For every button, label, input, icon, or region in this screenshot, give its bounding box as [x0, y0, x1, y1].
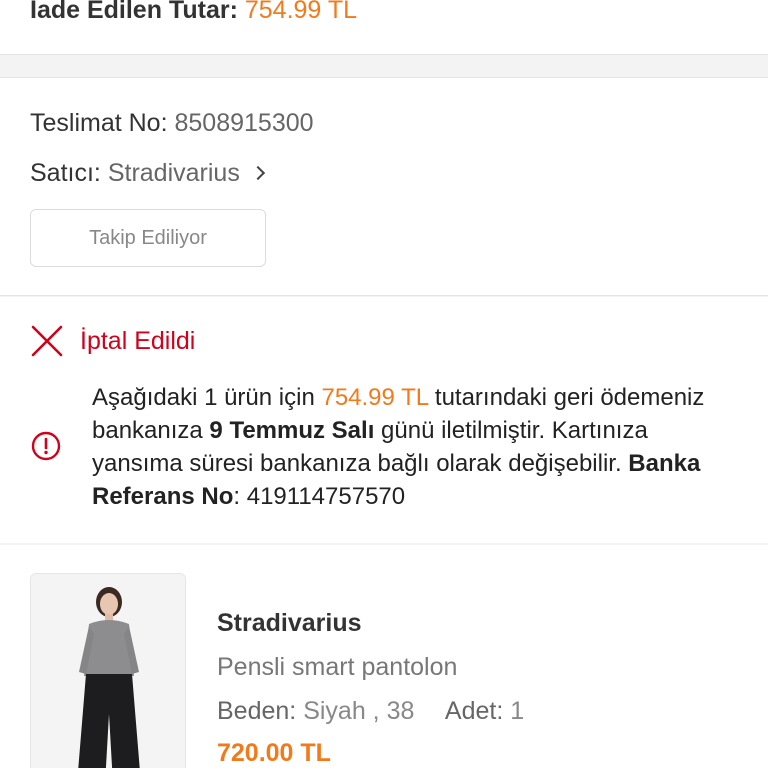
close-icon: [31, 325, 63, 357]
refund-summary-card: İade Edilen Tutar: 754.99 TL: [0, 0, 768, 55]
product-image[interactable]: [30, 573, 186, 768]
message-text-1: Aşağıdaki 1 ürün için: [92, 384, 322, 411]
delivery-number-value: 8508915300: [174, 109, 314, 137]
refund-info-message: Aşağıdaki 1 ürün için 754.99 TL tutarınd…: [92, 381, 742, 513]
size-value: Siyah , 38: [303, 697, 415, 725]
message-amount: 754.99 TL: [321, 384, 429, 411]
delivery-number-row: Teslimat No: 8508915300: [30, 107, 314, 139]
product-brand: Stradivarius: [217, 609, 362, 637]
cancellation-title: İptal Edildi: [80, 327, 196, 355]
follow-seller-button[interactable]: Takip Ediliyor: [30, 209, 266, 267]
cancellation-card: İptal Edildi Aşağıdaki 1 ürün için 754.9…: [0, 297, 768, 543]
delivery-number-label: Teslimat No:: [30, 109, 168, 137]
bank-reference-number: 419114757570: [246, 483, 406, 510]
delivery-card: Teslimat No: 8508915300 Satıcı: Stradiva…: [0, 77, 768, 296]
seller-link[interactable]: Satıcı: Stradivarius: [30, 157, 265, 189]
size-label: Beden:: [217, 697, 297, 725]
refund-label: İade Edilen Tutar:: [30, 0, 238, 24]
quantity-label: Adet:: [444, 697, 504, 725]
product-attributes: Beden: Siyah , 38 Adet: 1: [217, 697, 524, 726]
product-photo: [31, 574, 185, 768]
info-icon: [31, 431, 61, 461]
order-detail-page: İade Edilen Tutar: 754.99 TL Teslimat No…: [0, 0, 768, 768]
refund-amount-row: İade Edilen Tutar: 754.99 TL: [30, 0, 357, 26]
chevron-right-icon[interactable]: [250, 165, 265, 181]
product-name: Pensli smart pantolon: [217, 653, 458, 681]
seller-name[interactable]: Stradivarius: [108, 159, 240, 187]
cancellation-status: İptal Edildi: [30, 323, 195, 359]
bank-reference-separator: :: [233, 483, 247, 510]
quantity-value: 1: [510, 697, 525, 725]
product-card[interactable]: Stradivarius Pensli smart pantolon Beden…: [0, 545, 768, 768]
refund-amount: 754.99 TL: [244, 0, 357, 24]
seller-label: Satıcı:: [30, 159, 101, 187]
product-price: 720.00 TL: [217, 739, 331, 767]
message-date: 9 Temmuz Salı: [209, 417, 375, 444]
